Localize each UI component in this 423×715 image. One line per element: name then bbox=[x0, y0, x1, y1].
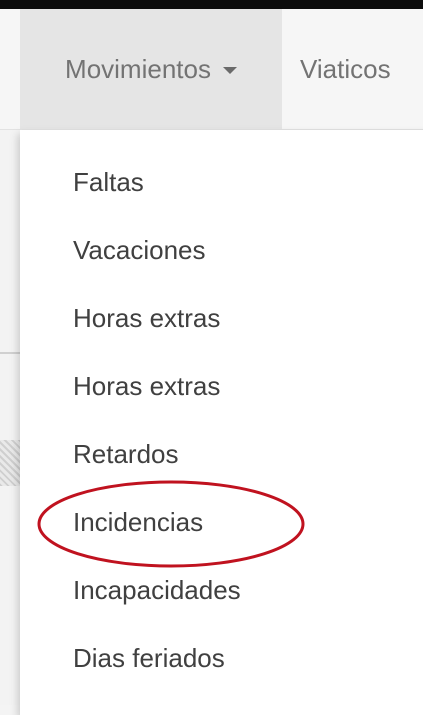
menu-item-retardos[interactable]: Retardos bbox=[20, 420, 423, 488]
menu-item-label: Faltas bbox=[73, 166, 144, 197]
menu-item-label: Dias feriados bbox=[73, 642, 225, 673]
menu-item-horas-extras[interactable]: Horas extras bbox=[20, 284, 423, 352]
menu-item-label: Incidencias bbox=[73, 506, 204, 537]
nav-item-movimientos[interactable]: Movimientos bbox=[20, 9, 282, 129]
window-top-border bbox=[0, 0, 423, 9]
menu-item-label: Horas extras bbox=[73, 302, 221, 333]
movimientos-dropdown-menu: Faltas Vacaciones Horas extras Horas ext… bbox=[20, 130, 423, 715]
page-background-strip bbox=[0, 130, 20, 705]
caret-down-icon bbox=[222, 66, 237, 74]
top-navbar: Movimientos Viaticos bbox=[0, 9, 423, 130]
menu-item-label: Vacaciones bbox=[73, 234, 206, 265]
menu-item-label: Incapacidades bbox=[73, 574, 241, 605]
nav-item-movimientos-label: Movimientos bbox=[65, 53, 211, 84]
menu-item-incidencias[interactable]: Incidencias bbox=[20, 488, 423, 556]
dropdown-list: Faltas Vacaciones Horas extras Horas ext… bbox=[20, 148, 423, 692]
menu-item-vacaciones[interactable]: Vacaciones bbox=[20, 216, 423, 284]
menu-item-label: Horas extras bbox=[73, 370, 221, 401]
menu-item-faltas[interactable]: Faltas bbox=[20, 148, 423, 216]
menu-item-label: Retardos bbox=[73, 438, 179, 469]
menu-item-horas-extras-2[interactable]: Horas extras bbox=[20, 352, 423, 420]
menu-item-incapacidades[interactable]: Incapacidades bbox=[20, 556, 423, 624]
nav-item-viaticos-label: Viaticos bbox=[300, 53, 391, 84]
background-hatch bbox=[0, 440, 20, 486]
menu-item-dias-feriados[interactable]: Dias feriados bbox=[20, 624, 423, 692]
background-divider bbox=[0, 352, 20, 354]
nav-item-viaticos[interactable]: Viaticos bbox=[300, 9, 391, 129]
